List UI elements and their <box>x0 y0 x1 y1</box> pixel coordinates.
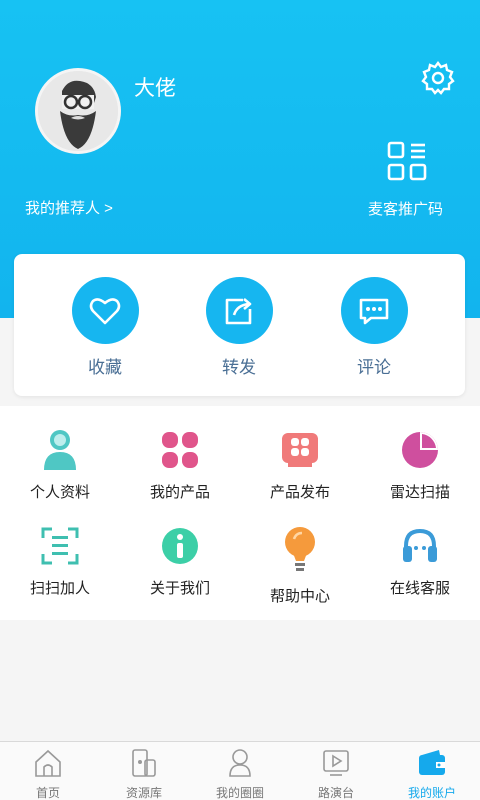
grid-label: 帮助中心 <box>269 588 330 605</box>
bearded-man-avatar-icon <box>38 71 118 151</box>
tab-label: 首页 <box>35 786 60 800</box>
resource-icon <box>132 749 156 777</box>
my-recommender-link[interactable]: 我的推荐人 > <box>25 197 113 218</box>
circle-person-icon <box>229 749 251 777</box>
tab-roadshow[interactable]: 路演台 <box>288 742 384 800</box>
headset-icon <box>398 524 442 568</box>
tab-home[interactable]: 首页 <box>0 742 96 800</box>
grid-label: 我的产品 <box>149 484 210 501</box>
grid-item-product-publish[interactable]: 产品发布 <box>240 428 360 502</box>
avatar[interactable] <box>35 68 121 154</box>
settings-button[interactable] <box>420 60 456 96</box>
qr-code-icon <box>387 141 427 181</box>
scan-icon <box>38 524 82 568</box>
tab-label: 我的圈圈 <box>215 786 264 800</box>
tab-my-circles[interactable]: 我的圈圈 <box>192 742 288 800</box>
publish-board-icon <box>278 428 322 472</box>
gear-icon <box>421 61 455 95</box>
pie-radar-icon <box>398 428 442 472</box>
favorite-button[interactable]: 收藏 <box>60 277 150 378</box>
grid-item-help-center[interactable]: 帮助中心 <box>240 524 360 606</box>
tab-my-account[interactable]: 我的账户 <box>384 742 480 800</box>
username: 大佬 <box>134 77 176 100</box>
tab-label: 我的账户 <box>407 786 456 800</box>
feature-grid: 个人资料 我的产品 产品发布 雷达扫描 扫扫加人 关于我们 帮助中心 在线客服 <box>0 406 480 620</box>
grid-label: 在线客服 <box>389 580 450 597</box>
favorite-label: 收藏 <box>88 358 122 377</box>
play-icon <box>323 750 349 776</box>
share-label: 转发 <box>222 358 256 377</box>
grid-label: 关于我们 <box>149 580 210 597</box>
tab-resources[interactable]: 资源库 <box>96 742 192 800</box>
grid-item-my-products[interactable]: 我的产品 <box>120 428 240 502</box>
grid-label: 雷达扫描 <box>389 484 450 501</box>
grid-item-profile[interactable]: 个人资料 <box>0 428 120 502</box>
home-icon <box>35 749 61 777</box>
wallet-icon <box>419 750 445 775</box>
tab-label: 路演台 <box>317 786 354 800</box>
actions-card: 收藏 转发 评论 <box>14 254 465 396</box>
comment-button[interactable]: 评论 <box>329 277 419 378</box>
grid-label: 产品发布 <box>269 484 330 501</box>
info-icon <box>158 524 202 568</box>
four-petal-icon <box>158 428 202 472</box>
grid-label: 个人资料 <box>29 484 90 501</box>
tab-label: 资源库 <box>125 786 162 800</box>
grid-label: 扫扫加人 <box>29 580 90 597</box>
grid-item-radar-scan[interactable]: 雷达扫描 <box>360 428 480 502</box>
grid-item-scan-add[interactable]: 扫扫加人 <box>0 524 120 598</box>
bottom-tab-bar: 首页 资源库 我的圈圈 路演台 我的账户 <box>0 741 480 800</box>
grid-item-about-us[interactable]: 关于我们 <box>120 524 240 598</box>
heart-icon <box>71 277 139 344</box>
lightbulb-icon <box>278 524 322 576</box>
share-icon <box>205 277 273 344</box>
qr-code-button[interactable] <box>386 140 428 182</box>
share-button[interactable]: 转发 <box>194 277 284 378</box>
person-icon <box>38 428 82 472</box>
grid-item-online-service[interactable]: 在线客服 <box>360 524 480 598</box>
comment-icon <box>340 277 408 344</box>
comment-label: 评论 <box>357 358 391 377</box>
qr-code-label[interactable]: 麦客推广码 <box>368 198 443 219</box>
